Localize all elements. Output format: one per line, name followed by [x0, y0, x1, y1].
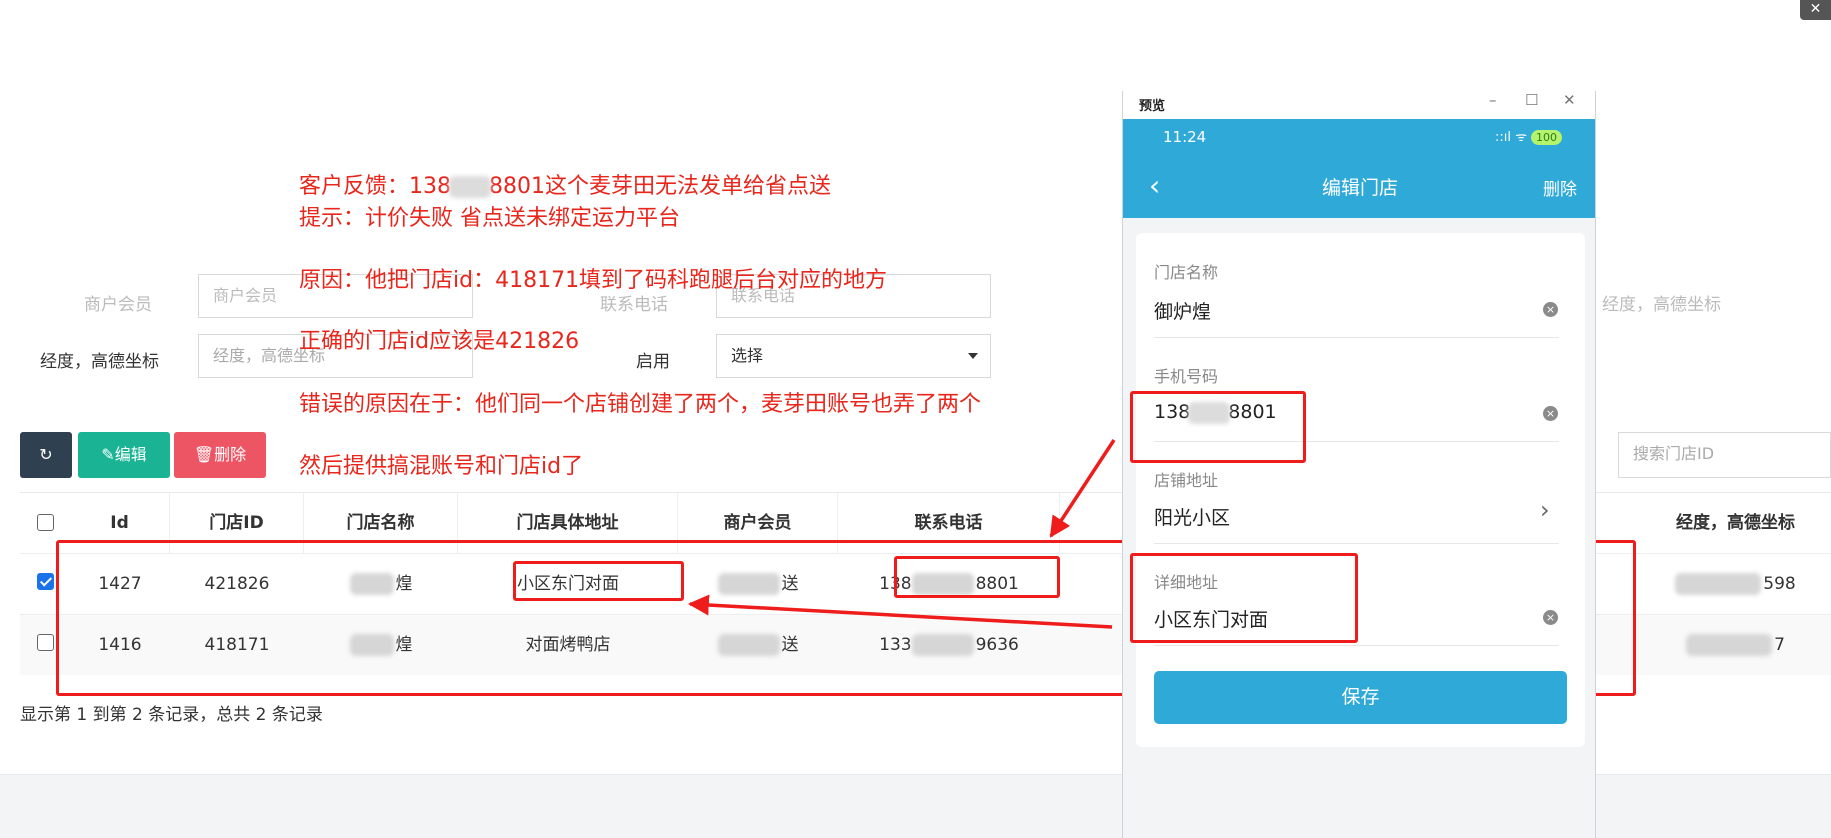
minimize-icon[interactable]: – [1489, 91, 1497, 109]
status-icons: ::ıl ᯤ 100 [1495, 127, 1562, 145]
nav-title: 编辑门店 [1321, 177, 1398, 199]
save-button[interactable]: 保存 [1154, 671, 1567, 724]
preview-titlebar: 预览 – ☐ ✕ [1123, 91, 1595, 119]
nav-delete-button[interactable]: 删除 [1543, 175, 1577, 200]
highlight-preview-detail-address [1130, 553, 1358, 643]
store-name-field[interactable]: 御炉煌 [1154, 297, 1211, 324]
battery-icon: 100 [1531, 130, 1562, 145]
divider [1154, 645, 1559, 646]
preview-title: 预览 [1139, 99, 1166, 114]
chevron-right-icon[interactable]: › [1540, 496, 1550, 524]
maximize-icon[interactable]: ☐ [1525, 91, 1538, 109]
store-name-label: 门店名称 [1154, 263, 1219, 282]
address-label: 店铺地址 [1154, 471, 1219, 490]
address-picker[interactable]: 阳光小区 [1154, 503, 1230, 530]
clear-icon[interactable]: × [1543, 302, 1558, 317]
highlight-preview-phone [1130, 391, 1306, 463]
phone-status-bar: 11:24 ::ıl ᯤ 100 [1123, 119, 1595, 155]
phone-label: 手机号码 [1154, 367, 1219, 386]
close-icon[interactable]: ✕ [1563, 91, 1576, 109]
clear-icon[interactable]: × [1543, 406, 1558, 421]
phone-nav-bar: ‹ 编辑门店 删除 [1123, 155, 1595, 218]
divider [1154, 337, 1559, 338]
edit-store-form: 门店名称 御炉煌 × 手机号码 138 8801 × 店铺地址 阳光小区 › 详细… [1136, 233, 1585, 747]
signal-wifi-icon: ::ıl ᯤ [1495, 130, 1527, 145]
arrow-to-address [687, 594, 1113, 629]
arrow-to-phone [1049, 439, 1116, 538]
status-time: 11:24 [1163, 128, 1207, 146]
clear-icon[interactable]: × [1543, 610, 1558, 625]
divider [1154, 543, 1559, 544]
preview-window: 预览 – ☐ ✕ 11:24 ::ıl ᯤ 100 ‹ 编辑门店 删除 门店名称 … [1122, 91, 1596, 838]
